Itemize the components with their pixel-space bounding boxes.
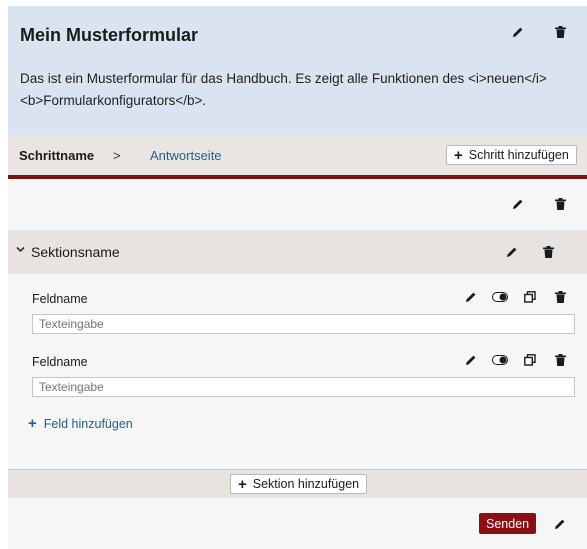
chevron-down-icon[interactable]: [16, 244, 25, 256]
toggle-icon[interactable]: [491, 351, 509, 369]
copy-icon[interactable]: [521, 288, 539, 306]
edit-section-pencil-icon[interactable]: [503, 243, 521, 261]
toggle-icon[interactable]: [491, 288, 509, 306]
text-input[interactable]: [32, 377, 575, 397]
delete-step-trash-icon[interactable]: [551, 195, 569, 213]
copy-icon[interactable]: [521, 351, 539, 369]
add-step-button[interactable]: + Schritt hinzufügen: [446, 145, 577, 165]
edit-field-pencil-icon[interactable]: [462, 288, 480, 306]
edit-step-pencil-icon[interactable]: [509, 195, 527, 213]
field-label: Feldname: [32, 355, 88, 369]
add-field-label: Feld hinzufügen: [43, 416, 133, 431]
add-section-label: Sektion hinzufügen: [252, 477, 360, 491]
delete-section-trash-icon[interactable]: [539, 243, 557, 261]
step-separator: >: [113, 148, 121, 163]
add-field-button[interactable]: + Feld hinzufügen: [28, 416, 133, 431]
form-header: Mein Musterformular Das ist ein Musterfo…: [8, 6, 587, 135]
section-header[interactable]: Sektionsname: [8, 230, 587, 274]
plus-icon: +: [454, 146, 463, 164]
text-input[interactable]: [32, 314, 575, 334]
form-description: Das ist ein Musterformular für das Handb…: [20, 71, 547, 108]
step-divider: [8, 175, 587, 179]
add-section-bar: + Sektion hinzufügen: [8, 469, 587, 498]
plus-icon: +: [238, 475, 247, 493]
form-title: Mein Musterformular: [20, 25, 199, 45]
field-label: Feldname: [32, 292, 88, 306]
delete-field-trash-icon[interactable]: [551, 351, 569, 369]
send-button[interactable]: Senden: [479, 513, 537, 534]
section-title: Sektionsname: [31, 244, 120, 260]
delete-form-trash-icon[interactable]: [551, 23, 569, 41]
step-answer-page[interactable]: Antwortseite: [150, 148, 222, 163]
edit-field-pencil-icon[interactable]: [462, 351, 480, 369]
form-editor: Mein Musterformular Das ist ein Musterfo…: [8, 6, 587, 549]
edit-footer-pencil-icon[interactable]: [551, 515, 569, 533]
edit-form-pencil-icon[interactable]: [509, 23, 527, 41]
plus-icon: +: [28, 415, 37, 432]
step-current[interactable]: Schrittname: [19, 148, 94, 163]
add-step-label: Schritt hinzufügen: [468, 148, 569, 162]
steps-bar: Schrittname > Antwortseite + Schritt hin…: [8, 135, 587, 175]
delete-field-trash-icon[interactable]: [551, 288, 569, 306]
add-section-button[interactable]: + Sektion hinzufügen: [230, 474, 368, 494]
